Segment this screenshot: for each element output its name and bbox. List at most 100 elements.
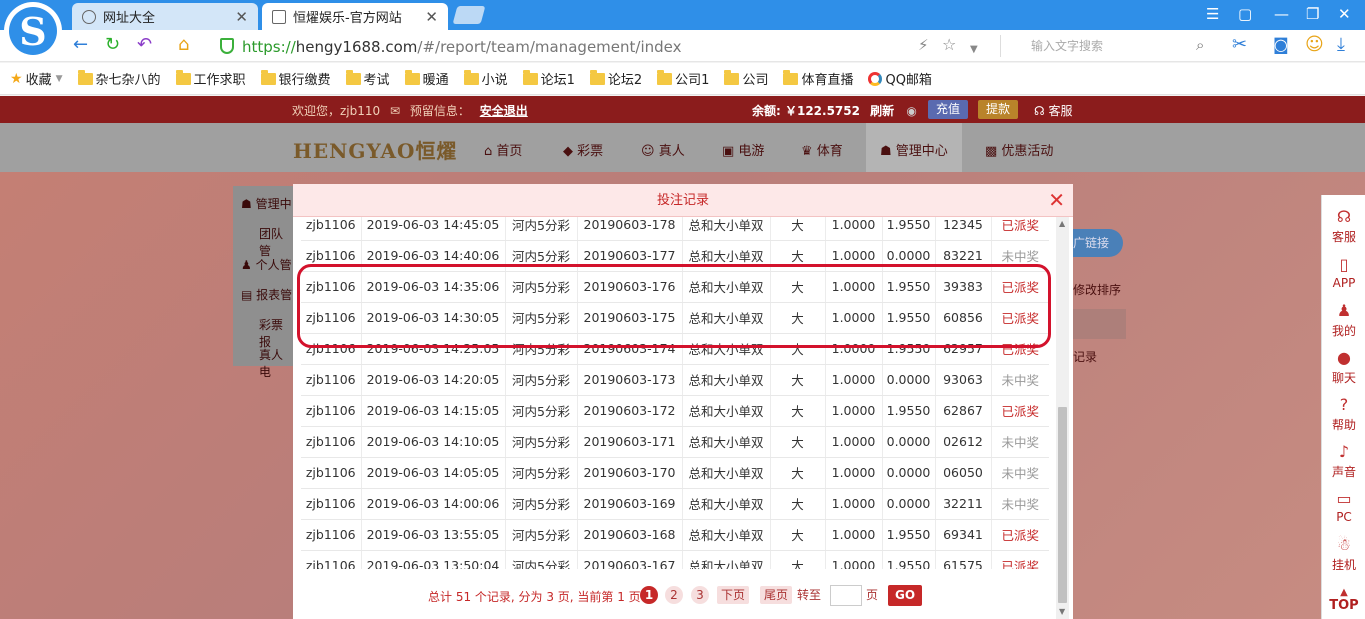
tool-top[interactable]: ▲ TOP [1322, 587, 1365, 613]
eye-icon[interactable]: ◉ [906, 104, 916, 118]
cell-bonus: 1.9550 [882, 217, 936, 241]
search-icon[interactable]: ⌕ [1196, 35, 1204, 55]
page-2[interactable]: 2 [665, 586, 683, 604]
menu-icon[interactable]: ☰ [1206, 5, 1219, 23]
side-item[interactable]: ♟ 个人管 [241, 256, 292, 273]
chevron-down-icon[interactable]: ▼ [970, 40, 978, 60]
bookmark-qq-mail[interactable]: QQ邮箱 [868, 69, 932, 88]
bookmark-folder[interactable]: 论坛1 [522, 69, 575, 88]
emoji-icon[interactable]: ☺ [1305, 35, 1324, 55]
tool-help[interactable]: ? 帮助 [1322, 395, 1365, 433]
withdraw-button[interactable]: 提款 [978, 100, 1019, 119]
cell-play: 总和大小单双 [682, 519, 771, 551]
star-icon: ★ [10, 70, 23, 87]
close-icon[interactable]: ✕ [235, 8, 248, 26]
goto-page-input[interactable] [830, 585, 862, 606]
close-icon[interactable]: ✕ [425, 8, 438, 26]
scroll-down-icon[interactable]: ▼ [1059, 607, 1065, 616]
cell-time: 2019-06-03 13:50:04 [361, 550, 506, 569]
cell-play: 总和大小单双 [682, 395, 771, 427]
bookmark-star-icon[interactable]: ☆ [942, 35, 956, 55]
scroll-thumb[interactable] [1058, 407, 1067, 603]
go-button[interactable]: GO [888, 585, 922, 606]
menu-sports[interactable]: ♛ 体育 [801, 140, 843, 159]
cell-game: 河内5分彩 [505, 217, 578, 241]
page-1[interactable]: 1 [640, 586, 658, 604]
home-icon[interactable]: ⌂ [178, 35, 189, 55]
menu-promotions[interactable]: ▩ 优惠活动 [985, 140, 1053, 159]
side-item[interactable]: 真人电 [259, 346, 293, 380]
bookmark-folder[interactable]: 公司1 [657, 69, 709, 88]
menu-management[interactable]: ☗ 管理中心 [866, 123, 962, 172]
search-input[interactable]: 输入文字搜索 [1000, 35, 1220, 57]
close-window-icon[interactable]: ✕ [1338, 5, 1351, 23]
translate-icon[interactable]: ◙ [1273, 35, 1289, 55]
cell-issue: 20190603-167 [577, 550, 683, 569]
cell-amount: 1.0000 [825, 457, 883, 489]
back-icon[interactable]: ← [73, 35, 88, 55]
page-3[interactable]: 3 [691, 586, 709, 604]
download-icon[interactable]: ⤓ [1337, 35, 1345, 55]
scrollbar[interactable]: ▲ ▼ [1056, 217, 1069, 619]
tool-app[interactable]: ▯ APP [1322, 255, 1365, 290]
restore-icon[interactable]: ❐ [1306, 5, 1319, 23]
refresh-link[interactable]: 刷新 [870, 104, 894, 118]
record-link[interactable]: 记录 [1073, 348, 1097, 365]
tool-sound[interactable]: ♪ 声音 [1322, 442, 1365, 480]
tool-mine[interactable]: ♟ 我的 [1322, 301, 1365, 339]
bookmark-folder[interactable]: 杂七杂八的 [77, 69, 161, 88]
bookmark-folder[interactable]: 公司 [724, 69, 768, 88]
undo-icon[interactable]: ↶ [137, 35, 152, 55]
close-icon[interactable]: ✕ [1048, 184, 1065, 217]
menu-home[interactable]: ⌂ 首页 [484, 140, 522, 159]
recharge-button[interactable]: 充值 [928, 100, 969, 119]
bookmark-folder[interactable]: 暖通 [404, 69, 449, 88]
url-field[interactable]: https://hengy1688.com/#/report/team/mana… [242, 38, 682, 56]
menu-slots[interactable]: ▣ 电游 [722, 140, 764, 159]
tool-pc[interactable]: ▭ PC [1322, 489, 1365, 524]
cell-game: 河内5分彩 [505, 395, 578, 427]
next-page-button[interactable]: 下页 [717, 586, 750, 604]
last-page-button[interactable]: 尾页 [760, 586, 793, 604]
logout-link[interactable]: 安全退出 [480, 104, 528, 118]
bookmark-favorites[interactable]: ★ 收藏 ▼ [10, 69, 63, 89]
bookmark-folder[interactable]: 银行缴费 [260, 69, 331, 88]
menu-live[interactable]: ☺ 真人 [641, 140, 685, 159]
minimize-icon[interactable]: — [1274, 5, 1289, 23]
sort-link[interactable]: 修改排序 [1073, 281, 1121, 298]
cell-status: 未中奖 [991, 364, 1049, 396]
welcome-area: 欢迎您，zjb110 ✉ 预留信息： 安全退出 [292, 104, 528, 118]
cell-issue: 20190603-173 [577, 364, 683, 396]
bookmark-folder[interactable]: 体育直播 [783, 69, 853, 88]
bookmark-folder[interactable]: 工作求职 [175, 69, 246, 88]
cell-amount: 1.0000 [825, 488, 883, 520]
side-item[interactable]: ▤ 报表管 [241, 286, 292, 303]
bookmark-folder[interactable]: 论坛2 [589, 69, 642, 88]
side-item[interactable]: 团队管 [259, 225, 293, 259]
lightning-icon[interactable]: ⚡ [918, 35, 929, 55]
tab-nav-directory[interactable]: 网址大全 ✕ [72, 3, 258, 30]
bookmark-folder[interactable]: 小说 [463, 69, 508, 88]
mail-icon[interactable]: ✉ [390, 104, 400, 118]
cell-status: 已派奖 [991, 217, 1049, 241]
scroll-up-icon[interactable]: ▲ [1059, 219, 1065, 228]
side-item[interactable]: 彩票报 [259, 316, 293, 350]
promo-link-button[interactable]: 广链接 [1073, 229, 1123, 257]
skin-icon[interactable]: ▢ [1238, 5, 1252, 23]
tab-hengyao[interactable]: 恒燿娱乐-官方网站 ✕ [262, 3, 448, 30]
service-link[interactable]: ☊ 客服 [1034, 102, 1073, 119]
bookmark-folder[interactable]: 考试 [345, 69, 390, 88]
menu-lottery[interactable]: ◆ 彩票 [563, 140, 603, 159]
cell-status: 已派奖 [991, 395, 1049, 427]
refresh-icon[interactable]: ↻ [105, 35, 120, 55]
cell-game: 河内5分彩 [505, 426, 578, 458]
scissors-icon[interactable]: ✂ [1232, 35, 1247, 55]
side-item[interactable]: ☗ 管理中 [241, 195, 292, 212]
cell-play: 总和大小单双 [682, 426, 771, 458]
tool-service[interactable]: ☊ 客服 [1322, 207, 1365, 245]
new-tab-button[interactable] [452, 6, 486, 24]
tool-chat[interactable]: ● 聊天 [1322, 348, 1365, 386]
cell-status: 未中奖 [991, 426, 1049, 458]
site-logo[interactable]: HENGYAO恒燿 [293, 135, 457, 164]
tool-idle[interactable]: ☃ 挂机 [1322, 535, 1365, 573]
